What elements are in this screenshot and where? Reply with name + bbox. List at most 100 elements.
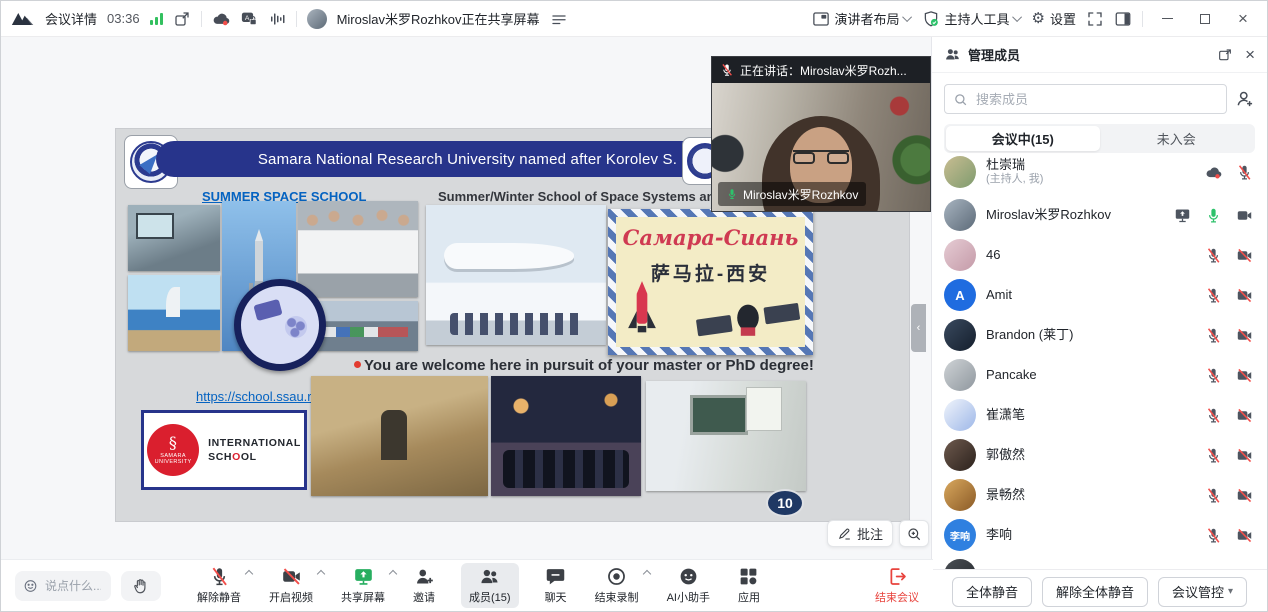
camera-off-icon	[1236, 407, 1253, 424]
speaker-video-thumbnail[interactable]: 正在讲话：Miroslav米罗Rozh... Miroslav米罗Rozhkov	[711, 56, 931, 212]
member-name: Brandon (莱丁)	[986, 327, 1073, 343]
toolbar-item-ai[interactable]: AI小助手	[665, 563, 712, 608]
mic-muted-icon	[1236, 164, 1253, 181]
audio-settings-icon[interactable]	[268, 10, 286, 28]
minimize-button[interactable]	[1153, 7, 1181, 31]
member-row[interactable]: A Amit	[932, 275, 1267, 315]
member-status-icons	[1191, 367, 1253, 384]
close-panel-icon[interactable]: ×	[1245, 45, 1255, 65]
layout-selector[interactable]: 演讲者布局	[812, 9, 912, 28]
toolbar-item-label: 解除静音	[197, 589, 241, 605]
apps-icon	[738, 566, 759, 587]
raise-hand-button[interactable]	[121, 571, 161, 601]
expand-caret-icon[interactable]	[642, 570, 650, 578]
member-row[interactable]: Miroslav米罗Rozhkov	[932, 195, 1267, 235]
fullscreen-icon[interactable]	[1086, 10, 1104, 28]
member-row[interactable]: Pancake	[932, 355, 1267, 395]
toolbar-item-apps[interactable]: 应用	[736, 563, 762, 608]
smiley-icon	[23, 578, 38, 594]
member-status-icons	[1191, 447, 1253, 464]
caption-lock-icon[interactable]: A	[240, 10, 258, 28]
toolbar-item-label: 结束录制	[595, 589, 639, 605]
mic-muted-icon	[1205, 367, 1222, 384]
toolbar-item-cam-muted[interactable]: 开启视频	[267, 563, 315, 608]
mic-muted-icon	[1205, 247, 1222, 264]
toolbar-item-mic-muted[interactable]: 解除静音	[195, 563, 243, 608]
top-bar: 会议详情 03:36 A Miroslav米罗Rozhkov正在共享屏幕	[1, 1, 1267, 37]
meeting-control-button[interactable]: 会议管控▾	[1158, 577, 1247, 607]
expand-caret-icon[interactable]	[389, 570, 397, 578]
toolbar-item-members[interactable]: 成员(15)	[461, 563, 519, 608]
member-search-input[interactable]	[974, 91, 1218, 108]
member-row[interactable]: Brandon (莱丁)	[932, 315, 1267, 355]
quick-chat-box[interactable]	[15, 571, 111, 601]
toolbar-item-label: 成员(15)	[469, 589, 511, 605]
cake-shuttle-drawing	[626, 279, 658, 343]
stop-record-icon	[606, 566, 627, 587]
members-icon	[479, 566, 500, 587]
camera-off-icon	[1236, 367, 1253, 384]
member-status-icons	[1191, 164, 1253, 181]
caret-down-icon: ▾	[1228, 586, 1233, 597]
slide-page-number: 10	[766, 489, 804, 517]
cake-satellite-drawing	[694, 295, 802, 343]
mic-on-icon	[1205, 207, 1222, 224]
toolbar-item-screen-share[interactable]: 共享屏幕	[339, 563, 387, 608]
sharing-list-icon[interactable]	[550, 10, 568, 28]
camera-off-icon	[1236, 527, 1253, 544]
member-name: 崔潇笔	[986, 407, 1025, 423]
end-meeting-button[interactable]: 结束会议	[875, 566, 919, 605]
unmute-all-button[interactable]: 解除全体静音	[1042, 577, 1148, 607]
member-row[interactable]	[932, 555, 1267, 569]
exit-door-icon	[887, 566, 908, 587]
member-row[interactable]: 李响 李响	[932, 515, 1267, 555]
share-window-icon[interactable]	[173, 10, 191, 28]
member-search-box[interactable]	[944, 84, 1227, 114]
photo-night-group	[491, 376, 641, 496]
member-row[interactable]: 杜崇瑞 (主持人, 我)	[932, 149, 1267, 195]
member-row[interactable]: 46	[932, 235, 1267, 275]
quick-chat-input[interactable]	[43, 578, 103, 594]
toolbar-item-record[interactable]: 结束录制	[593, 563, 641, 608]
member-row[interactable]: 郭傲然	[932, 435, 1267, 475]
meeting-details-link[interactable]: 会议详情	[45, 9, 97, 28]
member-row[interactable]: 崔潇笔	[932, 395, 1267, 435]
camera-on-icon	[1236, 207, 1253, 224]
toolbar-item-chat[interactable]: 聊天	[543, 563, 569, 608]
signal-strength-icon[interactable]	[150, 13, 163, 25]
laser-pointer-dot	[354, 361, 361, 368]
settings-button[interactable]: ⚙ 设置	[1032, 9, 1076, 28]
mic-on-icon	[726, 188, 738, 200]
cloud-recording-icon[interactable]	[212, 10, 230, 28]
toolbar-item-invite[interactable]: 邀请	[411, 563, 437, 608]
annotate-button[interactable]: 批注	[827, 520, 893, 547]
photo-classroom	[128, 205, 220, 271]
photo-cake: Самара-Сиань 萨马拉-西安	[608, 209, 813, 355]
side-panel-toggle-icon[interactable]	[1114, 10, 1132, 28]
member-avatar: A	[944, 279, 976, 311]
tab-in-meeting[interactable]: 会议中(15)	[946, 126, 1100, 151]
expand-caret-icon[interactable]	[245, 570, 253, 578]
app-logo-icon	[11, 11, 35, 27]
host-tools-menu[interactable]: 主持人工具	[922, 9, 1022, 28]
tab-not-joined[interactable]: 未入会	[1100, 126, 1254, 151]
mic-muted-icon	[1205, 527, 1222, 544]
svg-text:A: A	[244, 14, 249, 21]
photo-lecture-room	[646, 381, 806, 491]
mic-muted-icon	[1205, 407, 1222, 424]
welcome-text-line: You are welcome here in pursuit of your …	[354, 357, 914, 374]
screen-sharing-icon	[1174, 207, 1191, 224]
maximize-button[interactable]	[1191, 7, 1219, 31]
gear-icon: ⚙	[1032, 11, 1045, 26]
member-name: 杜崇瑞	[986, 157, 1043, 173]
member-row[interactable]: 景畅然	[932, 475, 1267, 515]
mute-all-button[interactable]: 全体静音	[952, 577, 1032, 607]
member-avatar	[944, 559, 976, 569]
expand-caret-icon[interactable]	[317, 570, 325, 578]
sidebar-collapse-handle[interactable]: ‹	[911, 304, 926, 352]
add-member-icon[interactable]	[1235, 89, 1255, 109]
zoom-in-button[interactable]	[899, 520, 929, 547]
slide-subtitle: Summer/Winter School of Space Systems an…	[438, 189, 734, 204]
close-button[interactable]: ×	[1229, 7, 1257, 31]
popout-panel-icon[interactable]	[1217, 47, 1233, 63]
